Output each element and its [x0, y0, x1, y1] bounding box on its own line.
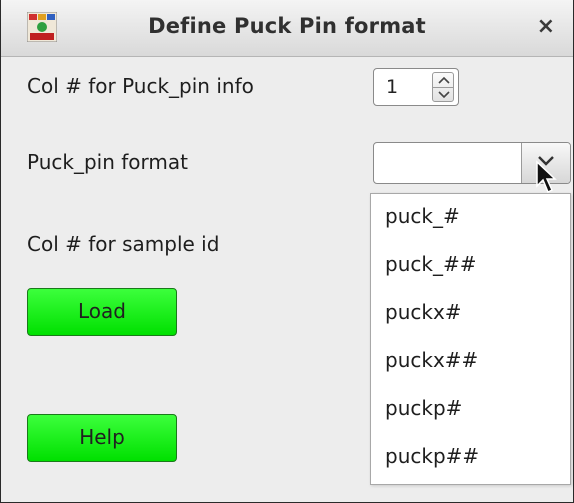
col-puck-pin-value[interactable]: 1 — [386, 76, 398, 98]
window-title: Define Puck Pin format — [148, 14, 426, 38]
mouse-pointer-icon — [536, 160, 557, 194]
dropdown-option[interactable]: puckx## — [385, 348, 478, 372]
dialog-window: Define Puck Pin format × Col # for Puck_… — [0, 0, 574, 503]
dropdown-option[interactable]: puckx# — [385, 300, 462, 324]
col-sample-id-label: Col # for sample id — [27, 232, 220, 256]
dropdown-option[interactable]: puckp# — [385, 396, 462, 420]
col-puck-pin-label: Col # for Puck_pin info — [27, 74, 254, 98]
title-bar[interactable]: Define Puck Pin format × — [1, 0, 573, 57]
dropdown-option[interactable]: puck_## — [385, 252, 476, 276]
help-button[interactable]: Help — [27, 414, 177, 462]
dropdown-option[interactable]: puckp## — [385, 444, 479, 468]
col-puck-pin-spinner[interactable]: 1 — [373, 68, 459, 106]
chevron-up-icon[interactable] — [438, 76, 450, 85]
dropdown-option[interactable]: puck_# — [385, 204, 460, 228]
spinner-buttons[interactable] — [432, 72, 454, 102]
close-icon[interactable]: × — [537, 14, 555, 39]
load-button[interactable]: Load — [27, 288, 177, 336]
puck-pin-format-label: Puck_pin format — [27, 150, 188, 174]
format-dropdown-list: puck_# puck_## puckx# puckx## puckp# puc… — [370, 193, 571, 485]
chevron-down-icon[interactable] — [438, 90, 450, 99]
